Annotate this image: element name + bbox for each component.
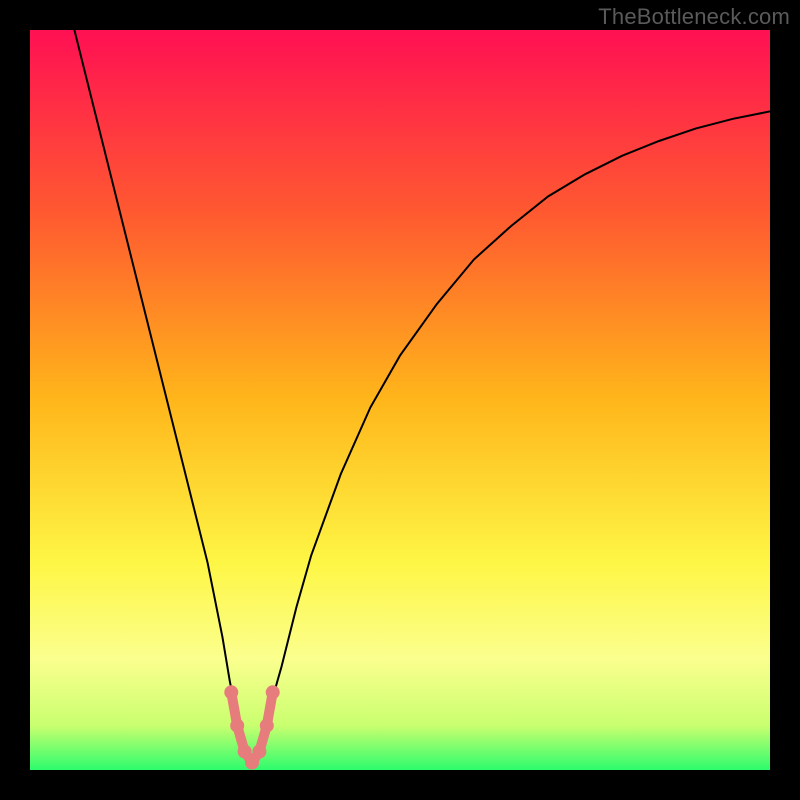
- chart-frame: TheBottleneck.com: [0, 0, 800, 800]
- highlight-dot: [252, 745, 266, 759]
- highlight-dot: [260, 719, 274, 733]
- highlight-dot: [230, 719, 244, 733]
- highlight-dot: [266, 685, 280, 699]
- watermark-text: TheBottleneck.com: [598, 4, 790, 30]
- bottleneck-chart: [30, 30, 770, 770]
- highlight-dot: [224, 685, 238, 699]
